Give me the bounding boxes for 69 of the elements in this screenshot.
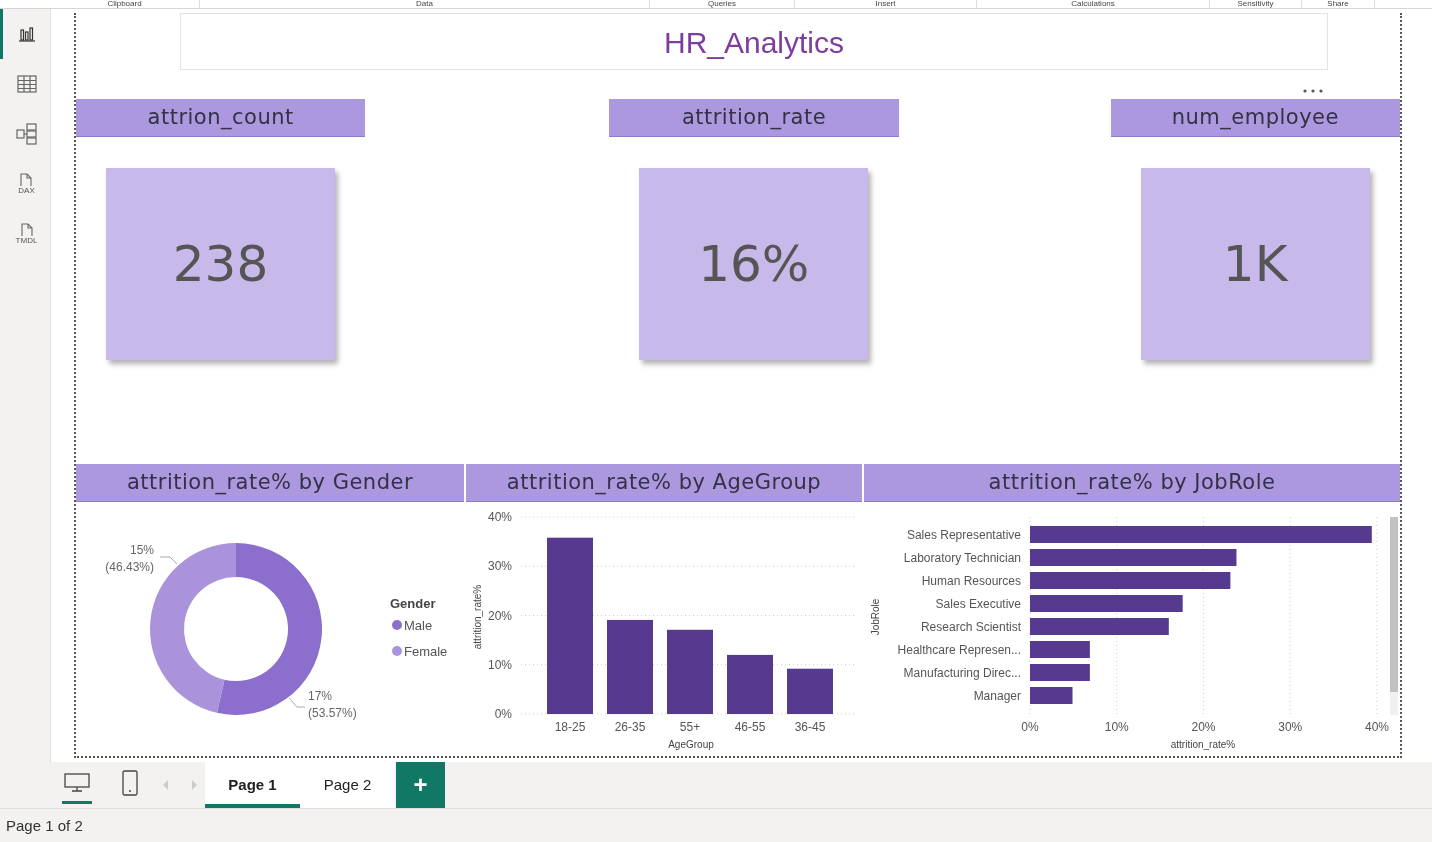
page-count: Page 1 of 2 (6, 817, 83, 834)
more-options-icon[interactable] (1303, 89, 1323, 93)
ribbon-group-label: Clipboard (107, 0, 142, 8)
chart-header: attrition_rate% by Gender (76, 464, 464, 502)
ribbon-group-label: Sensitivity (1237, 0, 1274, 8)
axis-tick-label: 10% (487, 657, 512, 672)
legend-title: Gender (390, 596, 436, 611)
dax-view-button[interactable]: DAX (0, 159, 50, 209)
ribbon-group-label: Calculations (1071, 0, 1115, 8)
axis-tick-label: 10% (1104, 720, 1129, 734)
axis-tick-label: 0% (1021, 720, 1039, 734)
axis-tick-label: 40% (487, 510, 512, 524)
axis-tick-label: 30% (1278, 720, 1303, 734)
document-icon (19, 173, 34, 187)
chart-header: attrition_rate% by JobRole (864, 464, 1400, 502)
ribbon-group-label: Data (416, 0, 433, 8)
data-label: 17% (53.57%) (308, 689, 357, 720)
legend-label: Female (404, 644, 448, 659)
page-tab[interactable]: Page 2 (300, 762, 395, 808)
bar (1030, 664, 1090, 681)
axis-tick-label: Manufacturing Direc... (903, 666, 1021, 680)
leader-line (288, 697, 306, 708)
bar (1030, 687, 1073, 704)
document-icon (19, 223, 34, 237)
kpi-card: 1K (1140, 168, 1370, 360)
add-page-button[interactable]: + (396, 762, 445, 808)
axis-tick-label: 20% (1191, 720, 1216, 734)
axis-tick-label: 36-45 (794, 720, 826, 734)
ribbon-group-label: Share (1327, 0, 1349, 8)
axis-title: JobRole (870, 598, 881, 636)
axis-tick-label: 30% (487, 559, 512, 574)
kpi-card: 238 (106, 168, 335, 360)
axis-tick-label: 55+ (679, 720, 701, 734)
bar (787, 668, 833, 714)
report-title: HR_Analytics (180, 13, 1328, 70)
bar (1030, 641, 1090, 658)
ribbon-group-label: Queries (708, 0, 736, 8)
chart-header: attrition_rate% by AgeGroup (466, 464, 862, 502)
card-header: attrion_count (76, 99, 366, 137)
model-icon (15, 123, 38, 145)
axis-title: attrition_rate% (1170, 739, 1236, 750)
axis-tick-label: Laboratory Technician (903, 551, 1021, 565)
axis-tick-label: 40% (1365, 720, 1389, 734)
axis-tick-label: Sales Representative (906, 528, 1021, 542)
leader-line (159, 556, 178, 565)
ribbon-group-label: Insert (875, 0, 896, 8)
card-header: attrition_rate (609, 99, 899, 137)
card-header: num_employee (1110, 99, 1400, 137)
scrollbar[interactable] (1390, 517, 1398, 715)
axis-tick-label: Human Resources (921, 574, 1021, 588)
page-tab[interactable]: Page 1 (205, 762, 300, 808)
bar-chart-icon (17, 26, 36, 42)
axis-tick-label: 0% (494, 707, 512, 721)
axis-tick-label: Research Scientist (920, 620, 1021, 634)
data-label: 15% (46.43%) (105, 543, 154, 574)
table-icon (16, 75, 37, 93)
axis-tick-label: 20% (487, 608, 512, 623)
axis-tick-label: 46-55 (734, 720, 766, 734)
legend-label: Male (404, 618, 433, 633)
axis-title: AgeGroup (668, 739, 714, 750)
bar (727, 654, 773, 714)
axis-tick-label: Sales Executive (935, 597, 1021, 611)
axis-title: attrition_rate% (472, 584, 483, 650)
axis-tick-label: Healthcare Represen... (897, 643, 1021, 657)
tmdl-view-button[interactable]: TMDL (0, 209, 50, 259)
axis-tick-label: 26-35 (614, 720, 646, 734)
axis-tick-label: Manager (973, 689, 1021, 703)
kpi-card: 16% (639, 168, 869, 360)
axis-tick-label: 18-25 (554, 720, 586, 734)
